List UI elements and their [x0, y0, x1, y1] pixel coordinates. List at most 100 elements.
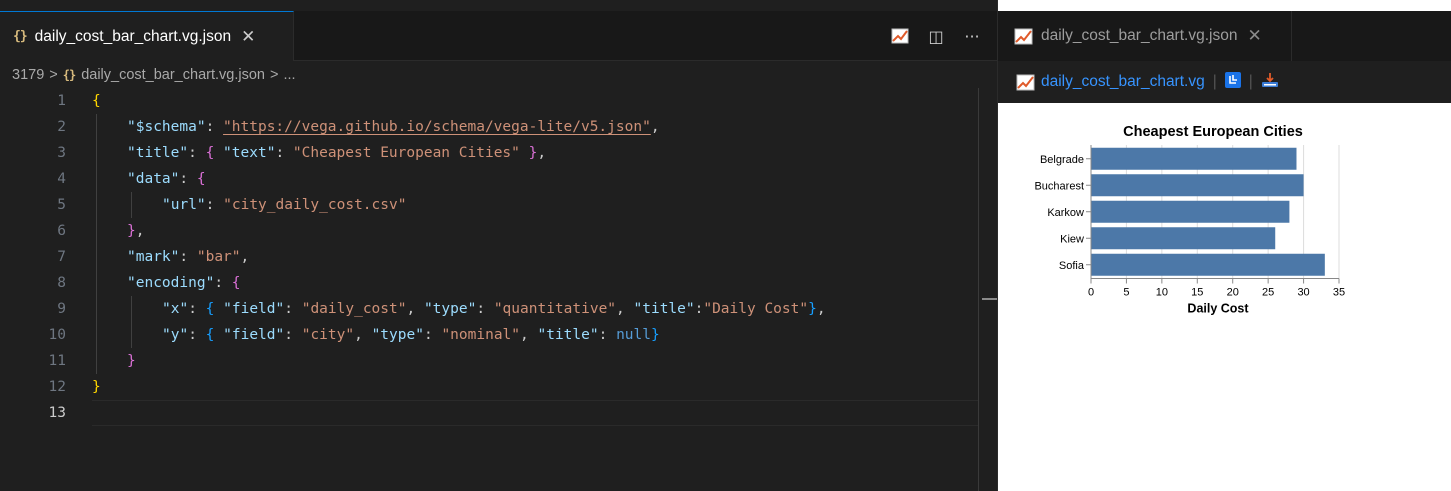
code-token: } [92, 379, 101, 395]
line-number: 11 [48, 353, 66, 369]
line-number: 3 [57, 145, 66, 161]
code-line[interactable]: 8 "encoding": { [0, 270, 982, 296]
code-token: , [135, 223, 145, 239]
y-tick-label: Kiew [1060, 233, 1084, 245]
bar[interactable] [1091, 174, 1304, 197]
line-number: 10 [48, 327, 66, 343]
bar[interactable] [1091, 253, 1325, 276]
line-number: 9 [57, 301, 66, 317]
editor-tab-label: daily_cost_bar_chart.vg.json [34, 27, 232, 45]
code-area[interactable]: 1{2 "$schema": "https://vega.github.io/sc… [0, 88, 982, 491]
bar[interactable] [1091, 227, 1276, 250]
breadcrumb-folder[interactable]: 3179 [12, 67, 44, 83]
line-number: 4 [57, 171, 66, 187]
editor-tab[interactable]: {} daily_cost_bar_chart.vg.json ✕ [0, 11, 294, 61]
code-token: "nominal" [441, 327, 521, 343]
preview-tab[interactable]: daily_cost_bar_chart.vg.json ✕ [998, 11, 1292, 61]
code-token: "y" [162, 327, 189, 343]
code-line[interactable]: 1{ [0, 88, 982, 114]
code-line[interactable]: 3 "title": { "text": "Cheapest European C… [0, 140, 982, 166]
code-editor-group: {} daily_cost_bar_chart.vg.json ✕ ◫ ··· … [0, 0, 997, 491]
breadcrumb: 3179 > {} daily_cost_bar_chart.vg.json >… [0, 62, 296, 88]
more-actions-icon[interactable]: ··· [961, 25, 983, 47]
preview-spec-link[interactable]: daily_cost_bar_chart.vg [1041, 73, 1205, 91]
code-text: "mark": "bar", [127, 244, 249, 270]
indent-guide [96, 296, 97, 322]
indent-guide [131, 296, 132, 322]
chart-preview-icon[interactable] [889, 25, 911, 47]
chart-icon [1014, 28, 1033, 45]
export-icon[interactable] [1261, 72, 1279, 93]
bar-chart: Cheapest European Cities Belgrade Buchare… [1034, 124, 1345, 316]
editor-actions: ◫ ··· [889, 11, 983, 61]
bar[interactable] [1091, 147, 1297, 170]
vertical-scrollbar[interactable] [978, 88, 997, 491]
indent-guide [96, 166, 97, 192]
json-braces-icon: {} [13, 29, 28, 44]
vega-preview-group: daily_cost_bar_chart.vg.json ✕ daily_cos… [997, 0, 1451, 491]
code-token: , [240, 249, 250, 265]
code-token: : [188, 301, 206, 317]
code-token: "https://vega.github.io/schema/vega-lite… [223, 119, 651, 135]
code-token: "encoding" [127, 275, 215, 291]
code-token: { [205, 145, 215, 161]
chart-bars [1091, 147, 1325, 276]
code-line[interactable]: 13 [0, 400, 982, 426]
line-number: 5 [57, 197, 66, 213]
code-token: } [808, 301, 817, 317]
code-token: "title" [127, 145, 189, 161]
code-line[interactable]: 7 "mark": "bar", [0, 244, 982, 270]
code-token: "x" [162, 301, 189, 317]
line-number: 1 [57, 93, 66, 109]
preview-tab-bar: daily_cost_bar_chart.vg.json ✕ [998, 11, 1451, 61]
code-line[interactable]: 6}, [0, 218, 982, 244]
code-token: "type" [371, 327, 424, 343]
code-token: "field" [223, 327, 285, 343]
x-tick-label: 0 [1088, 287, 1094, 299]
bar[interactable] [1091, 200, 1290, 223]
code-token: , [650, 119, 660, 135]
code-token: : [179, 171, 197, 187]
data-table-icon[interactable] [1224, 71, 1241, 93]
code-token: : [275, 145, 293, 161]
code-token: : [284, 301, 302, 317]
breadcrumb-file[interactable]: daily_cost_bar_chart.vg.json [81, 67, 265, 83]
indent-guide [96, 140, 97, 166]
split-editor-icon[interactable]: ◫ [925, 25, 947, 47]
code-token: null [616, 327, 651, 343]
code-token: : [205, 197, 224, 213]
code-token: } [650, 327, 660, 343]
code-line[interactable]: 4 "data": { [0, 166, 982, 192]
indent-guide [131, 192, 132, 218]
code-token: { [196, 171, 206, 187]
indent-guide [131, 322, 132, 348]
x-tick-label: 25 [1262, 287, 1274, 299]
close-icon[interactable]: ✕ [241, 27, 255, 47]
code-token: "data" [127, 171, 180, 187]
code-line[interactable]: 9 "x": { "field": "daily_cost", "type": "… [0, 296, 982, 322]
breadcrumb-symbols[interactable]: ... [283, 67, 295, 83]
code-token: : [476, 301, 494, 317]
code-line[interactable]: 10 "y": { "field": "city", "type": "nomin… [0, 322, 982, 348]
code-token: : [214, 275, 232, 291]
indent-guide [96, 348, 97, 374]
code-token: } [127, 223, 136, 239]
indent-guide [96, 192, 97, 218]
y-tick-label: Sofia [1059, 260, 1085, 272]
code-line[interactable]: 5 "url": "city_daily_cost.csv" [0, 192, 982, 218]
code-token: "bar" [196, 249, 241, 265]
code-token: : [284, 327, 302, 343]
code-token: , [406, 301, 424, 317]
chart-title: Cheapest European Cities [1123, 124, 1303, 140]
current-line-highlight [92, 400, 982, 426]
code-line[interactable]: 11} [0, 348, 982, 374]
close-icon[interactable]: ✕ [1247, 26, 1261, 46]
code-token: { [231, 275, 241, 291]
code-token: "city_daily_cost.csv" [223, 197, 407, 213]
code-token: "type" [423, 301, 477, 317]
indent-guide [96, 322, 97, 348]
code-line[interactable]: 12} [0, 374, 982, 400]
code-line[interactable]: 2 "$schema": "https://vega.github.io/sche… [0, 114, 982, 140]
code-text: }, [127, 218, 144, 244]
